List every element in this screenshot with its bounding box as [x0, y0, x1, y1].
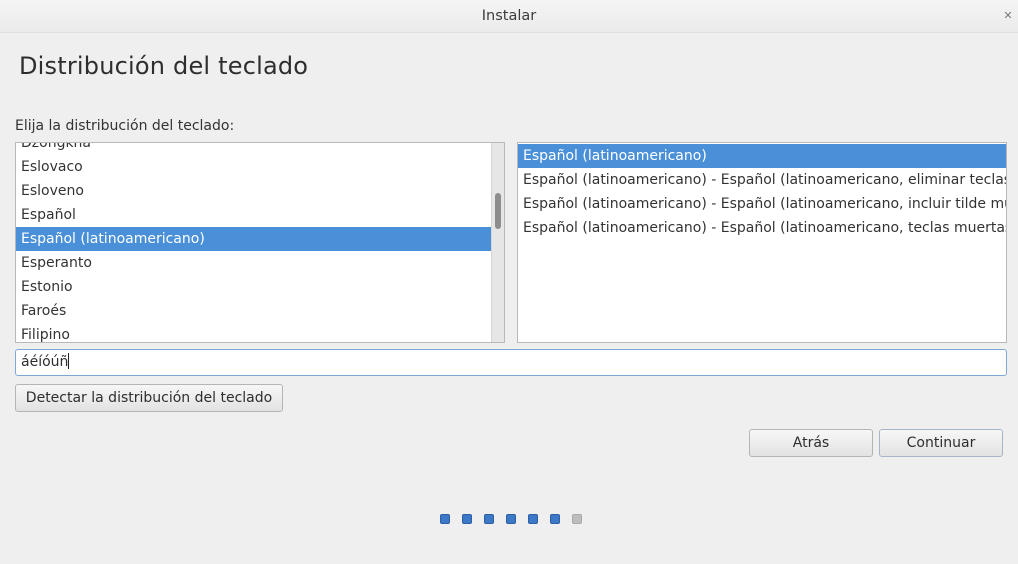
progress-step-complete — [440, 514, 450, 524]
keyboard-test-input-value: áéíóúñ — [21, 354, 69, 370]
progress-step-complete — [528, 514, 538, 524]
variant-list-item-selected[interactable]: Español (latinoamericano) — [518, 144, 1006, 168]
layout-list-scrollbar[interactable] — [491, 143, 504, 342]
layout-list-item-selected[interactable]: Español (latinoamericano) — [16, 227, 492, 251]
variant-list-item[interactable]: Español (latinoamericano) - Español (lat… — [518, 216, 1006, 240]
keyboard-layout-list-rows: Dzongkha Eslovaco Esloveno Español Españ… — [16, 143, 492, 342]
layout-list-item[interactable]: Faroés — [16, 299, 492, 323]
back-button[interactable]: Atrás — [749, 429, 873, 457]
layout-list-item[interactable]: Dzongkha — [16, 143, 492, 155]
layout-list-item[interactable]: Eslovaco — [16, 155, 492, 179]
layout-list-item[interactable]: Estonio — [16, 275, 492, 299]
progress-step-complete — [484, 514, 494, 524]
progress-step-complete — [550, 514, 560, 524]
progress-step-pending — [572, 514, 582, 524]
variant-list-item[interactable]: Español (latinoamericano) - Español (lat… — [518, 168, 1006, 192]
scrollbar-thumb[interactable] — [495, 193, 501, 229]
progress-step-complete — [506, 514, 516, 524]
window-title: Instalar — [481, 8, 537, 24]
layout-list-item[interactable]: Filipino — [16, 323, 492, 342]
layout-list-item[interactable]: Esperanto — [16, 251, 492, 275]
variant-list-item[interactable]: Español (latinoamericano) - Español (lat… — [518, 192, 1006, 216]
keyboard-variant-list-rows: Español (latinoamericano) Español (latin… — [518, 144, 1006, 240]
keyboard-test-input[interactable]: áéíóúñ — [15, 349, 1007, 376]
window-titlebar: Instalar ✕ — [0, 0, 1018, 33]
close-icon[interactable]: ✕ — [1002, 10, 1014, 22]
layout-list-item[interactable]: Esloveno — [16, 179, 492, 203]
progress-step-complete — [462, 514, 472, 524]
continue-button[interactable]: Continuar — [879, 429, 1003, 457]
page-title: Distribución del teclado — [19, 52, 309, 80]
keyboard-variant-list[interactable]: Español (latinoamericano) Español (latin… — [517, 142, 1007, 343]
keyboard-layout-list[interactable]: Dzongkha Eslovaco Esloveno Español Españ… — [15, 142, 505, 343]
detect-layout-button[interactable]: Detectar la distribución del teclado — [15, 384, 283, 412]
layout-prompt-label: Elija la distribución del teclado: — [15, 118, 235, 134]
text-caret — [68, 353, 70, 369]
layout-list-item[interactable]: Español — [16, 203, 492, 227]
